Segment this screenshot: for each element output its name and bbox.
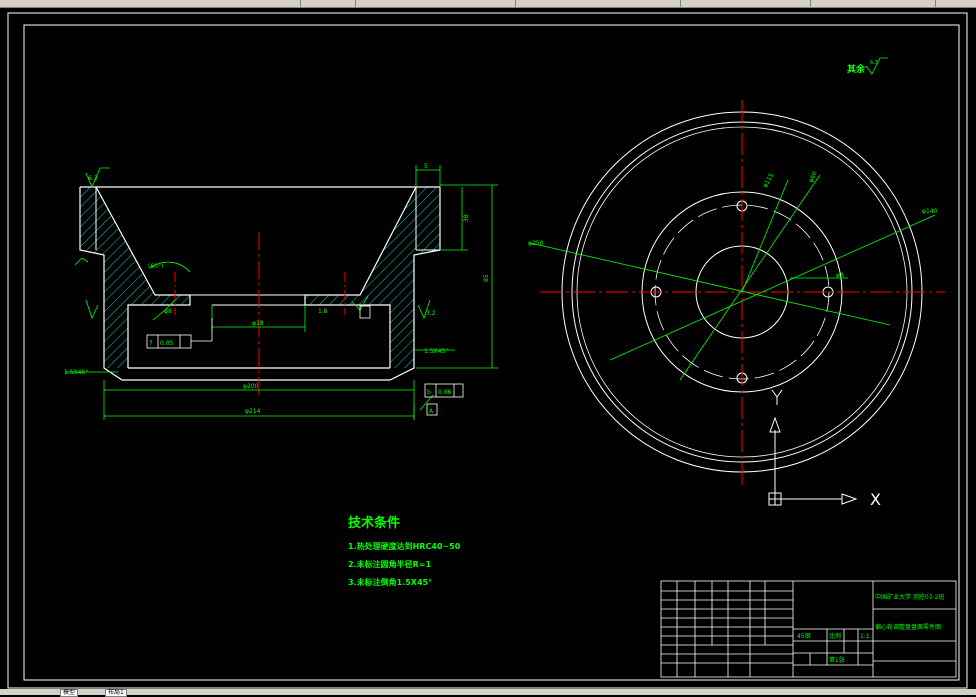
rough-top: 6.3 [88,175,98,182]
tab-layout1[interactable]: 布局1 [105,689,127,697]
tech-item: 2.未标注圆角半径R=1 [348,559,431,569]
dim-chamfer-left: 1.5X45° [64,369,88,376]
dim-hole: φ8 [164,308,172,315]
part-name: 偏心轮调整盘盘面零件图 [875,623,941,631]
dim-hole-plan: φ8 [836,272,844,279]
scale-value: 1:1 [860,633,870,640]
svg-text:6.3: 6.3 [870,60,878,66]
tol-f-label: f [150,340,153,347]
dim-small: φ60 [807,170,818,184]
inner-frame [23,24,960,681]
dim-pcd: φ115 [762,172,776,189]
dim-height-total: 85 [483,274,490,282]
layout-tab-strip: 模型 布局1 [0,689,976,697]
dim-flange-width: 5 [424,163,428,170]
dim-dia-outer: φ214 [245,408,261,415]
dim-mid: φ140 [922,208,938,215]
dim-height-top: 38 [463,214,470,222]
rough-side: 3.2 [426,310,436,317]
technical-requirements: 技术条件 1.热处理硬度达到HRC40~50 2.未标注圆角半径R=1 3.未标… [348,515,461,587]
dim-dia-inner: φ18 [252,320,264,327]
section-view[interactable]: f 0.05 b 0.06 A φ200 φ214 φ18 (60°) 1.5X… [64,163,498,420]
tab-model[interactable]: 模型 [60,689,79,697]
tol-runout: 0.06 [438,389,452,396]
cad-drawing-canvas[interactable]: f 0.05 b 0.06 A φ200 φ214 φ18 (60°) 1.5X… [0,0,976,695]
tol-b-label: b [427,389,431,396]
dim-chamfer-right: 1.5X45° [424,348,448,355]
rough-inner: 1.6 [318,308,328,315]
tech-item: 3.未标注倒角1.5X45° [348,577,432,587]
ucs-icon [768,389,858,506]
axis-x-label: X [870,490,881,509]
tol-flatness: 0.05 [160,340,174,347]
tech-title: 技术条件 [348,515,400,531]
tech-item: 1.热处理硬度达到HRC40~50 [348,541,461,551]
datum-a: A [429,408,434,415]
school-name: 中国矿业大学 测控07-2班 [875,593,945,601]
hatch-right [305,187,440,368]
svg-text:其余: 其余 [847,63,866,75]
dim-big: φ250 [528,240,544,247]
material: 45钢 [797,632,811,640]
dim-angle: (60°) [148,263,163,270]
plan-view[interactable]: φ250 φ140 φ115 φ60 φ8 X [528,100,945,509]
scale-label: 比例 [829,632,841,640]
sheet-number: 第1张 [829,656,845,664]
roughness-other: 其余 6.3 [847,57,888,75]
dim-dia-bottom: φ200 [243,383,259,390]
